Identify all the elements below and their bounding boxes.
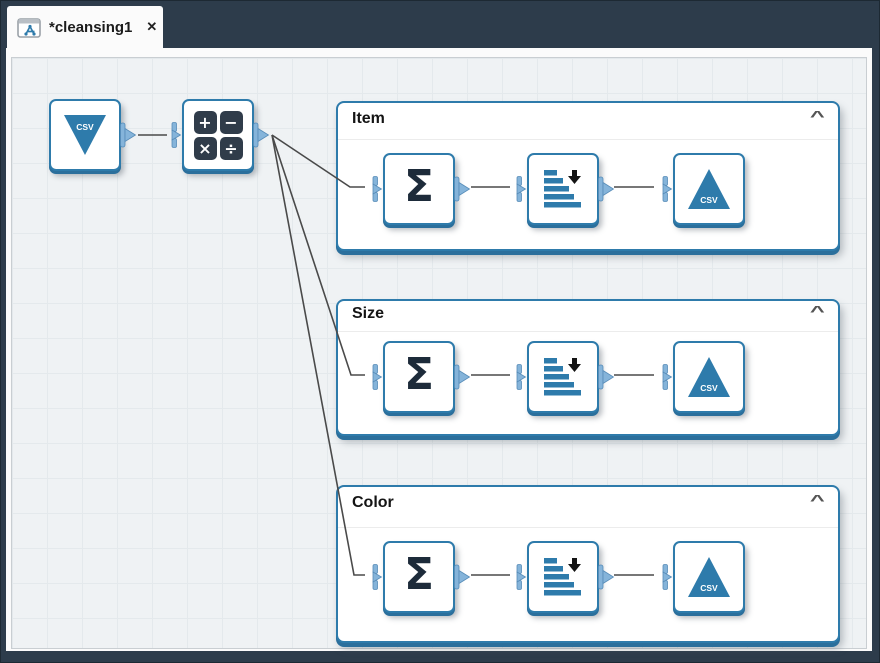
output-port-icon[interactable] bbox=[454, 176, 471, 202]
plus-icon: + bbox=[193, 110, 217, 134]
export-csv-icon: CSV bbox=[688, 169, 730, 209]
sort-descending-icon bbox=[544, 358, 581, 396]
tab-cleansing1[interactable]: *cleansing1 ✕ bbox=[7, 6, 163, 48]
export-csv-icon: CSV bbox=[688, 557, 730, 597]
group-title: Color bbox=[352, 494, 394, 511]
tab-close-icon[interactable]: ✕ bbox=[146, 19, 157, 35]
group-size[interactable]: Size ^ Σ CSV bbox=[336, 299, 840, 436]
sigma-icon: Σ bbox=[403, 349, 435, 400]
svg-text:CSV: CSV bbox=[700, 195, 718, 205]
output-port-icon[interactable] bbox=[120, 122, 137, 148]
sort-descending-icon bbox=[544, 170, 581, 208]
output-port-icon[interactable] bbox=[454, 364, 471, 390]
output-port-icon[interactable] bbox=[598, 176, 615, 202]
input-port-icon[interactable] bbox=[367, 364, 384, 390]
aggregate-node[interactable]: Σ bbox=[372, 153, 471, 225]
export-csv-node[interactable]: CSV bbox=[662, 153, 745, 225]
group-title: Item bbox=[352, 110, 385, 127]
export-csv-icon: CSV bbox=[688, 357, 730, 397]
collapse-chevron-icon[interactable]: ^ bbox=[810, 109, 825, 124]
output-port-icon[interactable] bbox=[598, 564, 615, 590]
calculator-icon: + − × ÷ bbox=[193, 110, 243, 160]
divide-icon: ÷ bbox=[219, 136, 243, 160]
collapse-chevron-icon[interactable]: ^ bbox=[810, 304, 825, 319]
svg-text:CSV: CSV bbox=[76, 122, 94, 132]
export-csv-node[interactable]: CSV bbox=[662, 541, 745, 613]
output-port-icon[interactable] bbox=[454, 564, 471, 590]
tab-title: *cleansing1 bbox=[49, 18, 133, 36]
app-window: *cleansing1 ✕ Item ^ Σ CSV Size ^ Σ CSV … bbox=[0, 0, 880, 663]
group-size-header[interactable]: Size ^ bbox=[338, 301, 838, 332]
output-port-icon[interactable] bbox=[598, 364, 615, 390]
group-item-header[interactable]: Item ^ bbox=[338, 103, 838, 140]
sort-node[interactable] bbox=[516, 541, 615, 613]
import-csv-node[interactable]: CSV bbox=[49, 99, 137, 171]
input-port-icon[interactable] bbox=[367, 176, 384, 202]
sigma-icon: Σ bbox=[403, 549, 435, 600]
calculator-node[interactable]: + − × ÷ bbox=[171, 99, 270, 171]
svg-text:CSV: CSV bbox=[700, 383, 718, 393]
input-port-icon[interactable] bbox=[367, 564, 384, 590]
import-csv-icon: CSV bbox=[64, 115, 106, 155]
sort-node[interactable] bbox=[516, 153, 615, 225]
output-port-icon[interactable] bbox=[253, 122, 270, 148]
aggregate-node[interactable]: Σ bbox=[372, 341, 471, 413]
input-port-icon[interactable] bbox=[166, 122, 183, 148]
input-port-icon[interactable] bbox=[657, 364, 674, 390]
group-title: Size bbox=[352, 305, 385, 322]
multiply-icon: × bbox=[193, 136, 217, 160]
export-csv-node[interactable]: CSV bbox=[662, 341, 745, 413]
input-port-icon[interactable] bbox=[511, 176, 528, 202]
project-icon bbox=[17, 17, 41, 38]
aggregate-node[interactable]: Σ bbox=[372, 541, 471, 613]
group-item[interactable]: Item ^ Σ CSV bbox=[336, 101, 840, 251]
input-port-icon[interactable] bbox=[657, 176, 674, 202]
input-port-icon[interactable] bbox=[657, 564, 674, 590]
minus-icon: − bbox=[219, 110, 243, 134]
svg-text:CSV: CSV bbox=[700, 583, 718, 593]
sigma-icon: Σ bbox=[403, 161, 435, 212]
sort-node[interactable] bbox=[516, 341, 615, 413]
input-port-icon[interactable] bbox=[511, 364, 528, 390]
input-port-icon[interactable] bbox=[511, 564, 528, 590]
collapse-chevron-icon[interactable]: ^ bbox=[810, 493, 825, 508]
group-color-header[interactable]: Color ^ bbox=[338, 487, 838, 528]
group-color[interactable]: Color ^ Σ CSV bbox=[336, 485, 840, 643]
sort-descending-icon bbox=[544, 558, 581, 596]
